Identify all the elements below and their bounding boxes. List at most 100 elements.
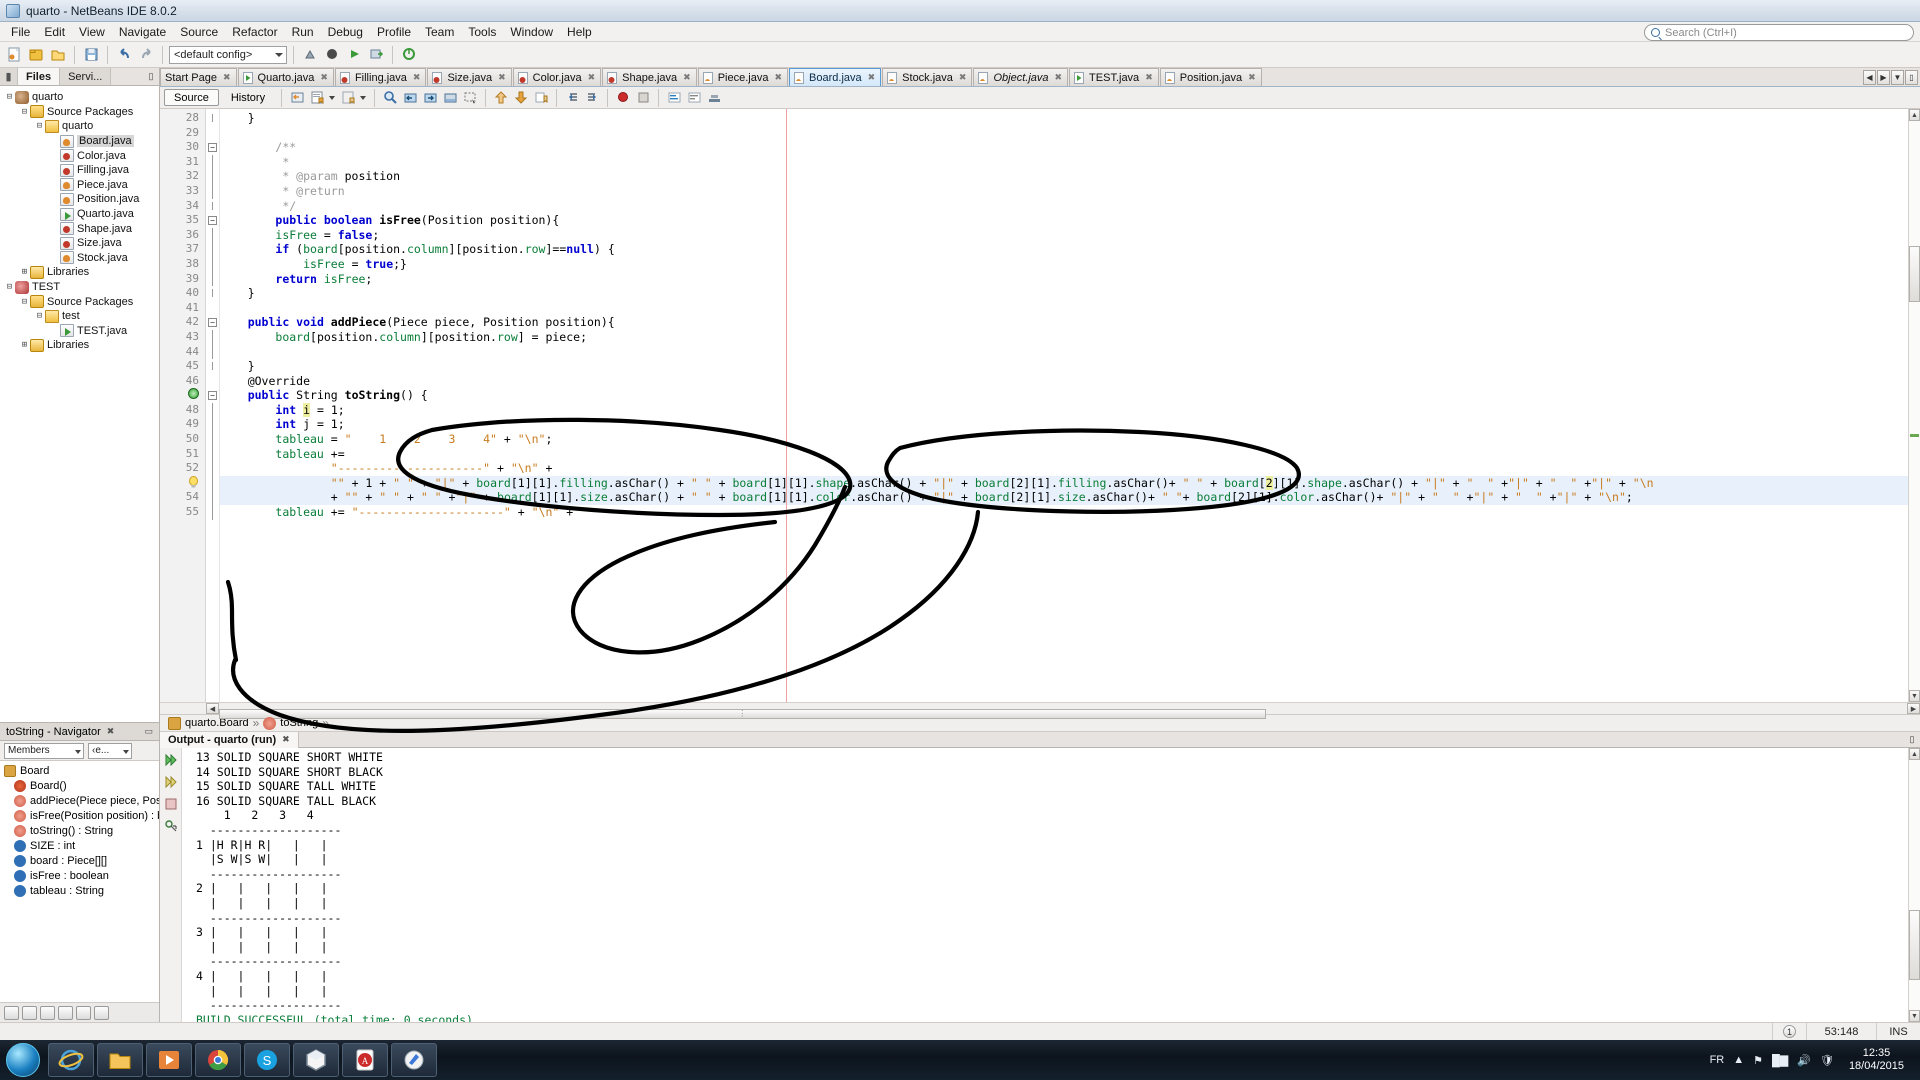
minimize-output-button[interactable]: ▯ <box>1904 734 1920 745</box>
menu-item-refactor[interactable]: Refactor <box>225 23 284 41</box>
volume-icon[interactable]: 🔊 <box>1797 1054 1811 1067</box>
menu-item-source[interactable]: Source <box>173 23 225 41</box>
navigator-item[interactable]: isFree(Position position) : bool <box>0 808 159 823</box>
menu-item-file[interactable]: File <box>4 23 37 41</box>
editor-tab-object-java[interactable]: Object.java ✖ <box>973 68 1069 86</box>
override-annotation-icon[interactable] <box>188 388 199 400</box>
tree-node-libraries[interactable]: ⊞ Libraries <box>0 338 159 353</box>
toggle-highlight-icon[interactable] <box>441 89 459 107</box>
navigator-item[interactable]: board : Piece[][] <box>0 853 159 868</box>
code-line[interactable]: * @param position <box>220 169 1908 184</box>
tree-node-source-packages[interactable]: ⊟ Source Packages <box>0 105 159 120</box>
code-line[interactable]: int j = 1; <box>220 417 1908 432</box>
tab-history[interactable]: History <box>221 89 275 106</box>
collapse-toggle-icon[interactable]: ⊟ <box>19 297 30 307</box>
build-project-icon[interactable] <box>300 45 320 65</box>
language-indicator[interactable]: FR <box>1710 1054 1725 1066</box>
tab-files[interactable]: Files <box>18 68 61 85</box>
uncomment-icon[interactable] <box>685 89 703 107</box>
find-previous-icon[interactable] <box>401 89 419 107</box>
fold-marker[interactable] <box>206 111 219 126</box>
code-line[interactable]: if (board[position.column][position.row]… <box>220 242 1908 257</box>
expand-toggle-icon[interactable]: ⊞ <box>19 267 30 277</box>
action-center-icon[interactable]: ⚑ <box>1753 1054 1763 1067</box>
code-line[interactable]: int i = 1; <box>220 402 1908 418</box>
editor-tab-piece-java[interactable]: Piece.java ✖ <box>697 68 789 86</box>
next-bookmark-arrow-icon[interactable] <box>512 89 530 107</box>
filter-static-button[interactable] <box>40 1005 55 1020</box>
navigator-scope-select[interactable]: ‹e... <box>88 742 132 759</box>
scroll-up-button[interactable]: ▲ <box>1909 748 1920 760</box>
minimize-explorer-button[interactable]: ▯ <box>143 68 159 85</box>
close-icon[interactable]: ✖ <box>282 734 290 745</box>
code-line[interactable]: tableau += <box>220 447 1908 462</box>
editor-tab-size-java[interactable]: Size.java ✖ <box>427 68 512 86</box>
collapse-toggle-icon[interactable]: ⊟ <box>34 311 45 321</box>
taskbar-clock[interactable]: 12:35 18/04/2015 <box>1843 1047 1910 1073</box>
code-line[interactable]: @Override <box>220 374 1908 389</box>
breadcrumb-method[interactable]: toString <box>280 717 318 729</box>
breadcrumb-class[interactable]: quarto.Board <box>185 717 249 729</box>
editor-tab-color-java[interactable]: Color.java ✖ <box>512 68 602 86</box>
scroll-up-button[interactable]: ▲ <box>1909 109 1920 121</box>
fold-marker[interactable] <box>206 359 219 374</box>
tree-node-stock-java[interactable]: Stock.java <box>0 251 159 266</box>
tree-node-test[interactable]: ⊟ TEST <box>0 280 159 295</box>
code-line[interactable]: /** <box>220 140 1908 155</box>
chevron-down-icon[interactable] <box>359 89 368 107</box>
menu-item-navigate[interactable]: Navigate <box>112 23 173 41</box>
code-folding-column[interactable]: − − − − <box>206 109 220 702</box>
shift-left-icon[interactable] <box>563 89 581 107</box>
code-line[interactable]: isFree = false; <box>220 228 1908 243</box>
editor-tab-shape-java[interactable]: Shape.java ✖ <box>602 68 697 86</box>
scroll-tabs-left-button[interactable]: ◀ <box>1863 70 1876 85</box>
code-line[interactable]: tableau += "---------------------" + "\n… <box>220 505 1908 520</box>
filter-fields-button[interactable] <box>22 1005 37 1020</box>
code-line[interactable]: public void addPiece(Piece piece, Positi… <box>220 315 1908 330</box>
previous-bookmark-icon[interactable] <box>339 89 357 107</box>
editor-tab-quarto-java[interactable]: Quarto.java ✖ <box>237 68 334 86</box>
taskbar-internet-explorer[interactable] <box>48 1043 94 1077</box>
settings-icon[interactable] <box>163 818 179 833</box>
menu-item-view[interactable]: View <box>72 23 112 41</box>
code-line[interactable]: tableau = " 1 2 3 4" + "\n"; <box>220 432 1908 447</box>
tree-node-test[interactable]: ⊟ test <box>0 309 159 324</box>
start-button[interactable] <box>6 1043 40 1077</box>
redo-icon[interactable] <box>136 45 156 65</box>
hscroll-right-button[interactable]: ▶ <box>1907 703 1920 714</box>
open-project-icon[interactable] <box>48 45 68 65</box>
menu-item-tools[interactable]: Tools <box>461 23 503 41</box>
close-icon[interactable]: ✖ <box>588 72 596 83</box>
taskbar-media-player[interactable] <box>146 1043 192 1077</box>
hscroll-thumb[interactable]: ⋮ <box>219 708 1266 719</box>
tree-node-size-java[interactable]: Size.java <box>0 236 159 251</box>
taskbar-paint[interactable] <box>391 1043 437 1077</box>
tree-node-color-java[interactable]: Color.java <box>0 148 159 163</box>
network-icon[interactable]: █▇ <box>1772 1054 1788 1067</box>
navigator-item[interactable]: toString() : String <box>0 823 159 838</box>
code-line[interactable]: } <box>220 359 1908 374</box>
navigator-item[interactable]: Board <box>0 763 159 778</box>
notification-badge[interactable]: 1 <box>1772 1022 1806 1041</box>
taskbar-chrome[interactable] <box>195 1043 241 1077</box>
editor-tab-board-java[interactable]: Board.java ✖ <box>789 68 882 86</box>
code-line[interactable] <box>220 126 1908 141</box>
toggle-rectangular-selection-icon[interactable] <box>461 89 479 107</box>
project-config-select[interactable]: <default config> <box>169 45 287 64</box>
navigator-item[interactable]: isFree : boolean <box>0 868 159 883</box>
tree-node-shape-java[interactable]: Shape.java <box>0 221 159 236</box>
fold-marker[interactable]: − <box>206 388 219 403</box>
editor-tab-start-page[interactable]: Start Page ✖ <box>160 68 237 86</box>
fold-marker[interactable] <box>206 286 219 301</box>
chevron-down-icon[interactable] <box>328 89 337 107</box>
code-line[interactable]: } <box>220 286 1908 301</box>
code-line[interactable]: * @return <box>220 184 1908 199</box>
code-line[interactable]: */ <box>220 199 1908 214</box>
find-selection-icon[interactable] <box>381 89 399 107</box>
projects-tree[interactable]: ⊟ quarto ⊟ Source Packages ⊟ quarto Board.java… <box>0 86 159 722</box>
menu-item-edit[interactable]: Edit <box>37 23 72 41</box>
global-search-box[interactable]: Search (Ctrl+I) <box>1644 24 1914 41</box>
close-icon[interactable]: ✖ <box>498 72 506 83</box>
tree-node-filling-java[interactable]: Filling.java <box>0 163 159 178</box>
code-text-area[interactable]: } /** * * @param position * @return */ p… <box>220 109 1908 702</box>
